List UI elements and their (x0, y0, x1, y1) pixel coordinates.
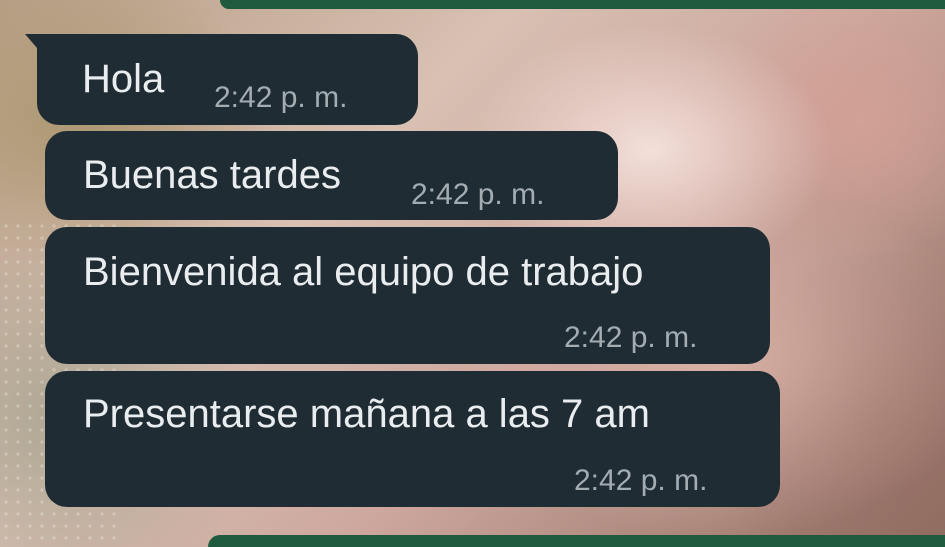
message-bubble[interactable]: Buenas tardes 2:42 p. m. (45, 131, 618, 220)
message-bubble[interactable]: Bienvenida al equipo de trabajo 2:42 p. … (45, 227, 770, 364)
message-text: Hola (82, 57, 165, 101)
bottom-outgoing-bubble-edge (208, 535, 945, 547)
message-bubble[interactable]: Presentarse mañana a las 7 am 2:42 p. m. (45, 371, 780, 507)
message-bubble[interactable]: Hola 2:42 p. m. (25, 34, 418, 125)
message-text: Presentarse mañana a las 7 am (83, 392, 650, 436)
message-timestamp: 2:42 p. m. (411, 178, 545, 211)
message-timestamp: 2:42 p. m. (564, 321, 698, 354)
message-text: Bienvenida al equipo de trabajo (83, 250, 644, 294)
message-text: Buenas tardes (83, 153, 341, 197)
top-outgoing-bubble-edge (220, 0, 945, 9)
message-timestamp: 2:42 p. m. (574, 464, 708, 497)
message-timestamp: 2:42 p. m. (214, 81, 348, 114)
